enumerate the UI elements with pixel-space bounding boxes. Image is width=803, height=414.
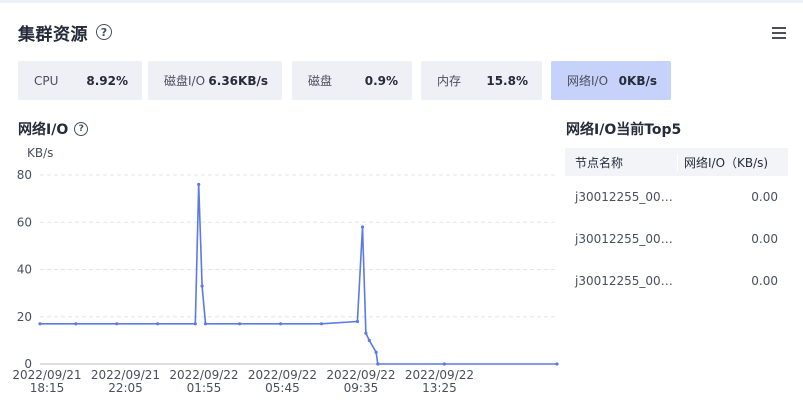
data-point [279, 322, 283, 326]
data-point [376, 362, 380, 366]
data-point [200, 284, 204, 288]
x-tick-label: 2022/09/22 01:55 [169, 368, 238, 395]
stat-value: 0.9% [364, 73, 398, 88]
network-io-cell: 0.00 [751, 190, 778, 204]
table-row[interactable]: j30012255_000... 0.00 [565, 218, 788, 260]
top-divider [0, 0, 803, 3]
node-name-cell: j30012255_000... [575, 274, 677, 288]
stat-value: 15.8% [486, 73, 528, 88]
network-io-line-chart[interactable]: 0204060802022/09/21 18:152022/09/21 22:052… [0, 160, 560, 414]
menu-icon[interactable] [772, 27, 786, 40]
stat-label: 磁盘I/O [164, 74, 206, 88]
data-point [367, 338, 371, 342]
chart-help-icon[interactable]: ? [74, 122, 89, 136]
data-point [38, 322, 42, 326]
y-tick-label: 60 [17, 215, 32, 229]
top5-title: 网络I/O当前Top5 [566, 119, 681, 139]
stat-label: 内存 [437, 74, 462, 88]
table-header: 节点名称 网络I/O（KB/s) [565, 148, 788, 176]
data-point [442, 362, 446, 366]
x-tick-label: 2022/09/22 09:35 [326, 368, 395, 395]
data-point [364, 331, 368, 335]
column-header-node: 节点名称 [575, 155, 624, 170]
data-point [203, 322, 208, 326]
y-tick-label: 80 [17, 168, 32, 182]
stat-value: 6.36KB/s [208, 73, 268, 88]
data-point [238, 322, 242, 326]
data-point [74, 322, 78, 326]
table-row[interactable]: j30012255_000... 0.00 [565, 260, 788, 302]
stat-label: 网络I/O [567, 74, 609, 88]
y-tick-label: 20 [17, 310, 32, 324]
data-point [374, 350, 378, 354]
x-tick-label: 2022/09/22 13:25 [405, 368, 474, 395]
chart-title: 网络I/O ? [18, 119, 89, 139]
stat-label: CPU [34, 73, 59, 88]
network-io-cell: 0.00 [751, 274, 778, 288]
column-header-network-io: 网络I/O（KB/s) [677, 153, 788, 171]
data-point [197, 182, 201, 187]
node-name-cell: j30012255_000... [575, 232, 677, 246]
x-tick-label: 2022/09/22 05:45 [248, 368, 317, 395]
y-tick-label: 40 [17, 263, 32, 277]
series-line [40, 183, 557, 365]
stat-label: 磁盘 [308, 74, 333, 88]
y-axis-unit: KB/s [27, 146, 54, 160]
stat-value: 8.92% [86, 73, 128, 88]
panel-header: 集群资源 ? [18, 20, 112, 45]
top5-table: 节点名称 网络I/O（KB/s) j30012255_000... 0.00 j… [565, 148, 788, 302]
stat-value: 0KB/s [618, 73, 657, 88]
stat-card-network-io[interactable]: 网络I/O 0KB/s [551, 61, 671, 100]
stat-card-cpu[interactable]: CPU 8.92% [18, 61, 142, 100]
table-row[interactable]: j30012255_000... 0.00 [565, 176, 788, 218]
data-point [115, 322, 119, 326]
top5-title-text: 网络I/O当前Top5 [566, 122, 682, 138]
panel-title: 集群资源 [18, 24, 88, 45]
stat-card-disk-io[interactable]: 磁盘I/O 6.36KB/s [148, 61, 282, 100]
stat-card-disk[interactable]: 磁盘 0.9% [292, 61, 412, 100]
x-tick-label: 2022/09/21 18:15 [12, 368, 81, 395]
data-point [555, 362, 559, 366]
network-io-cell: 0.00 [751, 232, 778, 246]
stat-card-memory[interactable]: 内存 15.8% [421, 61, 542, 100]
data-point [360, 225, 365, 229]
help-icon[interactable]: ? [96, 24, 112, 40]
x-tick-label: 2022/09/21 22:05 [91, 368, 160, 395]
node-name-cell: j30012255_000... [575, 190, 677, 204]
data-point [193, 322, 197, 326]
data-point [319, 322, 324, 326]
data-point [355, 319, 359, 324]
chart-title-text: 网络I/O [18, 122, 69, 138]
data-point [156, 322, 160, 326]
